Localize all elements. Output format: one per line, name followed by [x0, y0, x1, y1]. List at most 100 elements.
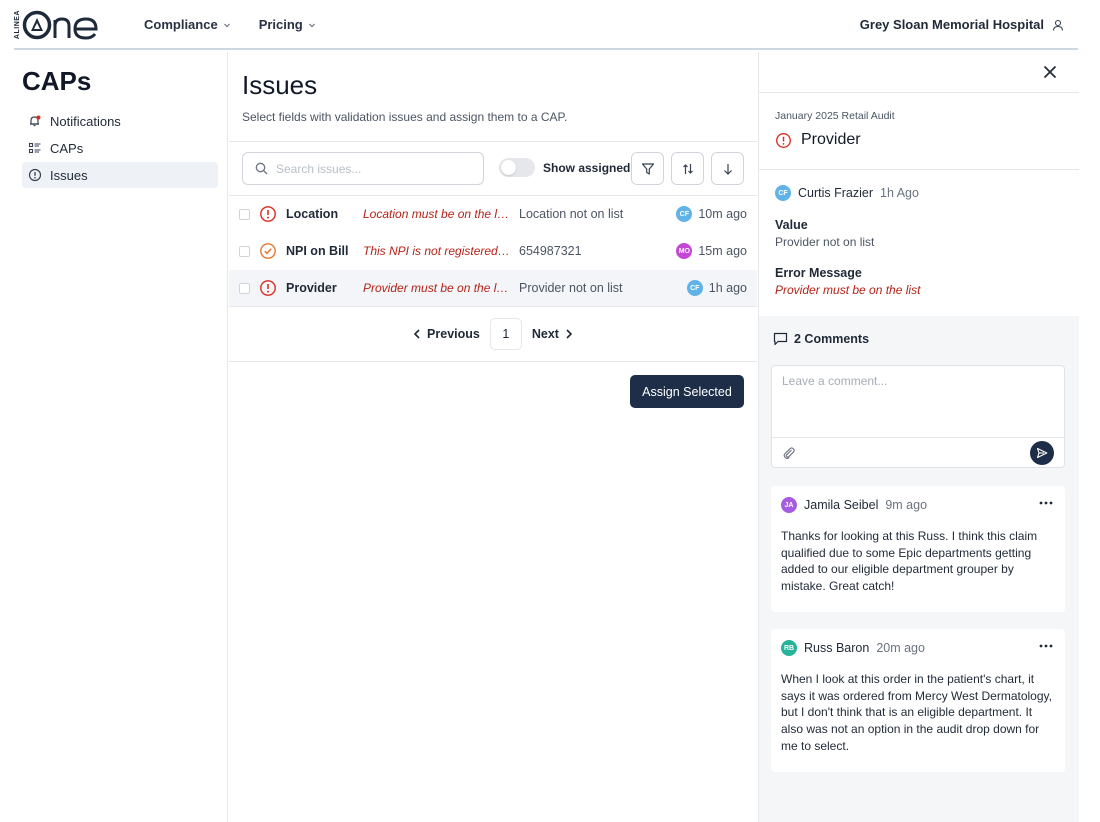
assign-selected-button[interactable]: Assign Selected: [630, 375, 744, 408]
error-message-label: Error Message: [775, 266, 862, 280]
send-comment-button[interactable]: [1030, 441, 1054, 465]
chevron-down-icon: [223, 23, 230, 27]
sidebar-item-label: Notifications: [50, 113, 121, 129]
filter-icon: [641, 162, 654, 175]
top-bar: ALINEA one Compliance Pricing Grey Sloan…: [14, 0, 1078, 50]
value-label: Value: [775, 218, 808, 232]
error-circle-icon: [776, 132, 791, 148]
bell-icon: [30, 115, 41, 127]
sidebar-item-caps[interactable]: CAPs: [22, 135, 218, 161]
row-field: Provider: [286, 281, 337, 295]
row-value: Provider not on list: [519, 281, 623, 295]
org-menu[interactable]: Grey Sloan Memorial Hospital: [860, 17, 1064, 32]
more-options-icon[interactable]: [1039, 643, 1053, 649]
logo-o-icon: [22, 10, 52, 40]
row-error: Provider must be on the list.: [363, 281, 511, 295]
chevron-left-icon: [413, 329, 420, 339]
left-sidebar: CAPs Notifications CAPs Issues: [14, 52, 228, 822]
row-value: Location not on list: [519, 207, 624, 221]
search-icon: [255, 162, 268, 175]
next-label: Next: [531, 327, 559, 341]
show-assigned-label: Show assigned: [543, 160, 631, 175]
divider: [759, 92, 1079, 93]
comment-time: 20m ago: [876, 641, 925, 655]
paperclip-icon[interactable]: [782, 446, 796, 460]
nav-compliance[interactable]: Compliance: [144, 17, 231, 32]
comment-input[interactable]: [782, 374, 1052, 430]
alinea-one-logo[interactable]: ALINEA one: [14, 6, 100, 44]
table-row[interactable]: Provider Provider must be on the list. P…: [229, 270, 757, 307]
comments-count: 2 Comments: [794, 332, 870, 346]
row-time: 10m ago: [698, 207, 747, 221]
list-icon: [28, 142, 41, 154]
composer-toolbar: [772, 437, 1064, 467]
error-circle-icon: [260, 280, 276, 296]
avatar: JA: [781, 497, 797, 513]
divider: [229, 141, 757, 142]
show-assigned-control: Show assigned: [499, 158, 630, 177]
sort-direction-button[interactable]: [711, 152, 744, 185]
detail-user-name: Curtis Frazier: [798, 186, 874, 200]
error-circle-icon: [260, 206, 276, 222]
detail-user: CF Curtis Frazier 1h Ago: [775, 185, 919, 201]
row-assignee: CF 10m ago: [676, 206, 747, 222]
logo-ne-icon: [53, 17, 98, 40]
issues-table: Location Location must be on the list. L…: [229, 196, 757, 307]
alert-circle-icon: [28, 168, 42, 182]
row-field: NPI on Bill: [286, 244, 349, 258]
row-time: 15m ago: [698, 244, 747, 258]
comment-author: Russ Baron: [804, 641, 870, 655]
close-icon[interactable]: [1042, 64, 1058, 80]
row-error: Location must be on the list.: [363, 207, 511, 221]
user-icon: [1052, 19, 1064, 31]
table-row[interactable]: NPI on Bill This NPI is not registered f…: [229, 233, 757, 270]
sidebar-item-notifications[interactable]: Notifications: [22, 108, 218, 134]
previous-label: Previous: [427, 327, 480, 341]
audit-name: January 2025 Retail Audit: [775, 110, 895, 122]
row-time: 1h ago: [708, 281, 747, 295]
nav-compliance-label: Compliance: [144, 17, 218, 32]
error-message-text: Provider must be on the list: [775, 283, 921, 297]
comment-composer: [771, 365, 1065, 468]
avatar: CF: [775, 185, 791, 201]
value-text: Provider not on list: [775, 235, 875, 249]
row-checkbox[interactable]: [239, 208, 250, 220]
logo-small-text: ALINEA: [14, 10, 21, 40]
detail-title-text: Provider: [801, 131, 861, 148]
comment-icon: [773, 332, 788, 346]
row-field: Location: [286, 207, 339, 221]
comment-card: JA Jamila Seibel 9m ago Thanks for looki…: [771, 486, 1065, 612]
page-subtitle: Select fields with validation issues and…: [242, 110, 568, 124]
show-assigned-toggle[interactable]: [499, 158, 535, 177]
sidebar-item-label: Issues: [50, 167, 88, 183]
avatar: CF: [676, 206, 693, 222]
sidebar-item-label: CAPs: [50, 140, 84, 156]
comments-header: 2 Comments: [773, 332, 869, 346]
chevron-right-icon: [566, 329, 573, 339]
search-box[interactable]: [242, 152, 484, 185]
table-row[interactable]: Location Location must be on the list. L…: [229, 196, 757, 233]
pagination: Previous 1 Next: [229, 306, 757, 362]
sort-button[interactable]: [671, 152, 704, 185]
row-checkbox[interactable]: [239, 282, 250, 294]
avatar: CF: [686, 280, 703, 296]
sidebar-item-issues[interactable]: Issues: [22, 162, 218, 188]
filter-button[interactable]: [631, 152, 664, 185]
issues-main: Issues Select fields with validation iss…: [229, 52, 757, 822]
sort-arrows-icon: [682, 163, 693, 174]
row-assignee: MO 15m ago: [676, 243, 747, 259]
avatar: MO: [676, 243, 693, 259]
chevron-down-icon: [308, 23, 315, 27]
search-input[interactable]: [276, 161, 466, 176]
detail-user-time: 1h Ago: [880, 186, 919, 200]
page-number[interactable]: 1: [489, 318, 522, 350]
row-checkbox[interactable]: [239, 245, 250, 257]
send-icon: [1036, 447, 1048, 459]
next-page-button[interactable]: Next: [526, 327, 579, 341]
previous-page-button[interactable]: Previous: [407, 327, 486, 341]
sidebar-title: CAPs: [22, 66, 92, 96]
nav-pricing[interactable]: Pricing: [259, 17, 316, 32]
comment-header: JA Jamila Seibel 9m ago: [781, 497, 927, 513]
detail-title: Provider: [775, 131, 861, 149]
more-options-icon[interactable]: [1039, 500, 1053, 506]
